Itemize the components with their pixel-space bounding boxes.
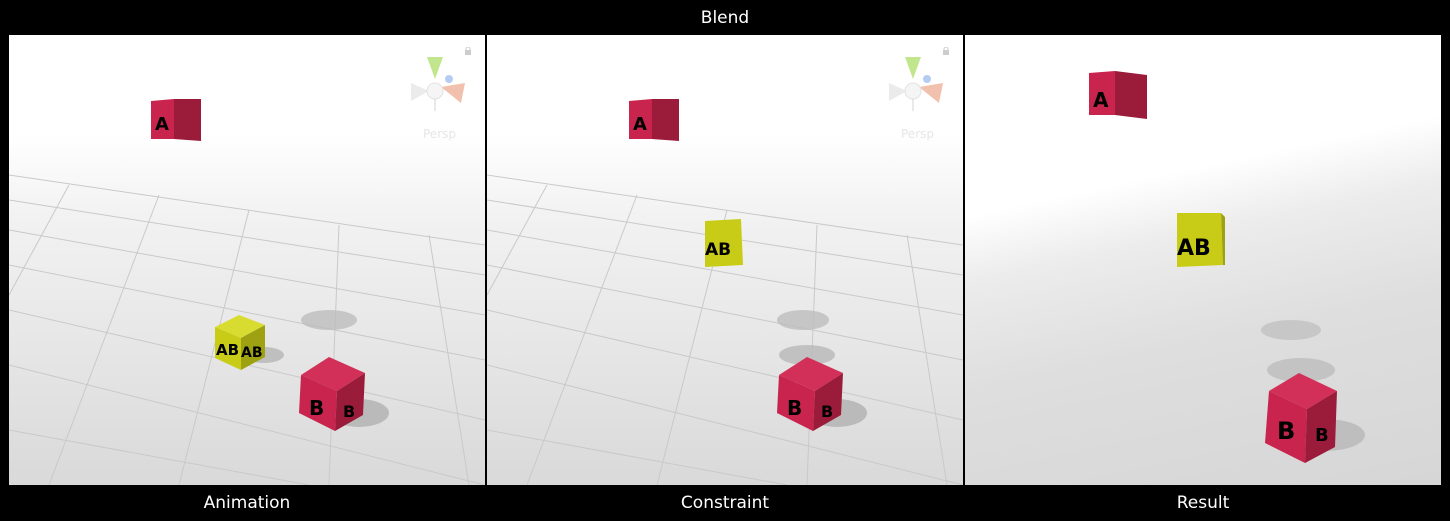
projection-label[interactable]: Persp: [901, 127, 934, 141]
cube-b[interactable]: B B: [777, 357, 843, 431]
svg-text:B: B: [821, 402, 833, 421]
cube-b[interactable]: B B: [1265, 373, 1337, 463]
cube-a-label: A: [633, 114, 647, 135]
svg-text:B: B: [343, 402, 355, 421]
scene-gizmo-icon[interactable]: [411, 57, 465, 111]
cube-ab-label: AB: [1177, 236, 1211, 261]
cube-ab-label: AB: [705, 240, 731, 260]
viewport-constraint[interactable]: A AB B B Persp: [487, 35, 963, 485]
caption-constraint: Constraint: [680, 493, 770, 513]
caption-animation: Animation: [203, 493, 291, 513]
cube-a-label: A: [155, 114, 169, 135]
scene-result: A AB B B: [1089, 71, 1365, 463]
cube-b[interactable]: B B: [299, 357, 365, 431]
cube-b-label: B: [787, 396, 802, 420]
cube-a[interactable]: A: [629, 99, 679, 141]
svg-text:AB: AB: [241, 345, 263, 361]
cube-ab-label: AB: [216, 341, 239, 359]
page-title: Blend: [700, 8, 750, 28]
cube-a-label: A: [1093, 88, 1109, 112]
caption-result: Result: [1176, 493, 1230, 513]
scene-constraint: A AB B B: [487, 57, 963, 485]
lock-icon[interactable]: [942, 47, 950, 55]
cube-b-label: B: [1277, 417, 1295, 445]
scene-gizmo-icon[interactable]: [889, 57, 943, 111]
lock-icon[interactable]: [464, 47, 472, 55]
viewport-result[interactable]: A AB B B: [965, 35, 1441, 485]
svg-text:B: B: [1315, 425, 1329, 446]
cube-a[interactable]: A: [151, 99, 201, 141]
viewport-animation[interactable]: A AB AB B B Persp: [9, 35, 485, 485]
cube-ab[interactable]: AB: [705, 219, 743, 267]
cube-ab[interactable]: AB: [1177, 213, 1225, 267]
cube-b-label: B: [309, 396, 324, 420]
cube-a[interactable]: A: [1089, 71, 1147, 119]
projection-label[interactable]: Persp: [423, 127, 456, 141]
scene-animation: A AB AB B B: [9, 57, 485, 485]
